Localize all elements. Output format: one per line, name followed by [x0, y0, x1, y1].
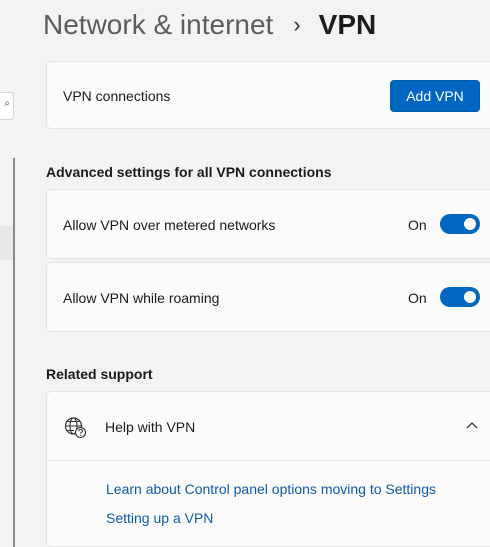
toggle-knob	[464, 291, 476, 303]
roaming-toggle[interactable]	[440, 287, 480, 307]
add-vpn-button[interactable]: Add VPN	[390, 80, 480, 112]
link-setting-up-vpn[interactable]: Setting up a VPN	[106, 510, 213, 526]
metered-networks-toggle[interactable]	[440, 214, 480, 234]
related-support-heading: Related support	[46, 366, 153, 382]
roaming-label: Allow VPN while roaming	[63, 290, 220, 306]
nav-search-box[interactable]: ⌕	[0, 92, 14, 120]
breadcrumb-parent[interactable]: Network & internet	[43, 9, 273, 41]
link-control-panel-options[interactable]: Learn about Control panel options moving…	[106, 481, 436, 497]
roaming-state: On	[408, 290, 427, 306]
nav-scrollbar[interactable]	[13, 158, 15, 547]
page-title: VPN	[318, 9, 377, 40]
globe-question-icon	[64, 417, 87, 439]
metered-networks-label: Allow VPN over metered networks	[63, 217, 276, 233]
settings-page: ⌕ Network & internet › VPN VPN connectio…	[0, 0, 490, 547]
chevron-right-icon: ›	[293, 12, 301, 37]
help-with-vpn-card: Help with VPN Learn about Control panel …	[46, 391, 490, 547]
help-with-vpn-title: Help with VPN	[105, 419, 196, 435]
help-with-vpn-header[interactable]: Help with VPN	[47, 392, 490, 461]
vpn-connections-label: VPN connections	[63, 88, 171, 104]
advanced-settings-heading: Advanced settings for all VPN connection…	[46, 164, 332, 180]
chevron-up-icon[interactable]	[465, 420, 479, 430]
search-icon: ⌕	[4, 98, 10, 109]
metered-networks-state: On	[408, 217, 427, 233]
roaming-setting: Allow VPN while roaming On	[46, 262, 490, 332]
nav-selected-item[interactable]	[0, 226, 13, 260]
vpn-connections-card: VPN connections Add VPN	[46, 61, 490, 129]
breadcrumb: Network & internet › VPN	[43, 4, 376, 46]
metered-networks-setting: Allow VPN over metered networks On	[46, 189, 490, 259]
toggle-knob	[464, 218, 476, 230]
